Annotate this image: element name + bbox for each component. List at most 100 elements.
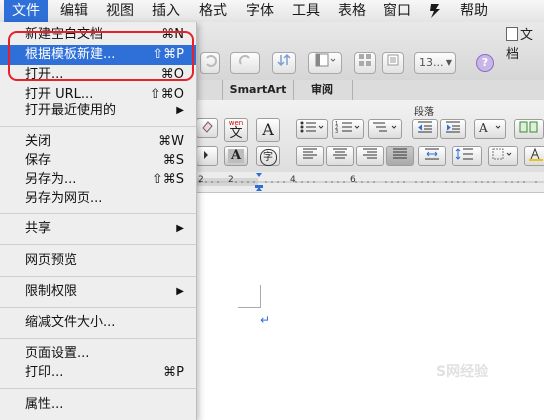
increase-indent-button[interactable] [440,119,466,139]
help-icon[interactable]: ? [476,54,494,72]
undo-button[interactable] [200,52,220,74]
document-page[interactable]: ↵ S网经验 [196,193,544,420]
redo-icon [239,55,250,65]
multilevel-list-button[interactable] [368,119,402,139]
shading-icon [204,151,208,159]
line-spacing-icon [455,148,473,160]
columns-button[interactable] [514,119,544,139]
decrease-indent-button[interactable] [412,119,438,139]
redo-button[interactable] [230,52,260,74]
submenu-arrow-icon: ▶ [176,223,184,234]
svg-text:3: 3 [335,129,338,134]
menu-view[interactable]: 视图 [98,0,142,22]
character-border-button[interactable]: A [256,118,280,142]
toolbox-icon [387,54,399,66]
menu-edit[interactable]: 编辑 [52,0,96,22]
page-margin-corner [238,285,261,308]
gallery-button[interactable] [354,52,376,74]
menu-item-share[interactable]: 共享 ▶ [0,219,196,239]
tab-review[interactable]: 审阅 [292,80,353,100]
menu-separator [0,126,196,127]
character-shading-button[interactable]: A [224,146,248,166]
distribute-icon [425,148,439,160]
ruler-mark: 4 [290,175,296,185]
text-direction-icon: A [478,121,501,135]
menu-separator [0,338,196,339]
align-left-icon [303,148,317,159]
zoom-select[interactable]: 13... ▼ [414,52,456,74]
menu-font[interactable]: 字体 [238,0,282,22]
sort-button[interactable] [272,52,296,74]
numbering-button[interactable]: 123 [332,119,364,139]
align-right-button[interactable] [356,146,384,166]
menu-item-reduce-file-size[interactable]: 缩减文件大小... [0,313,196,333]
submenu-arrow-icon: ▶ [176,105,184,116]
menu-item-print[interactable]: 打印... ⌘P [0,363,196,383]
menu-separator [0,276,196,277]
clear-format-button[interactable] [196,118,218,138]
menu-item-save-as[interactable]: 另存为... ⇧⌘S [0,170,196,190]
tab-smartart[interactable]: SmartArt [222,80,294,100]
bullets-button[interactable] [296,119,328,139]
distributed-button[interactable] [418,146,446,166]
indent-icon [446,121,460,133]
bullet-list-icon [300,121,324,133]
menu-item-save-as-webpage[interactable]: 另存为网页... [0,189,196,209]
outdent-icon [418,121,432,133]
ruler-ticks [196,173,544,191]
phonetic-guide-button[interactable]: wen 文 [224,118,248,142]
window-title: 文档 [506,27,534,62]
menu-insert[interactable]: 插入 [144,0,188,22]
columns-icon [519,121,538,133]
ruler-mark: 6 [350,175,356,185]
borders-icon [492,148,512,160]
standard-toolbar: 文档 13... ▼ ? [196,22,544,81]
sidebar-icon [315,53,336,67]
annotation-highlight-box [8,31,194,81]
menu-file[interactable]: 文件 [4,0,48,22]
menu-tools[interactable]: 工具 [284,0,328,22]
menu-separator [0,307,196,308]
scroll-icon[interactable] [426,2,444,20]
menu-separator [0,213,196,214]
menu-table[interactable]: 表格 [330,0,374,22]
menu-format[interactable]: 格式 [191,0,235,22]
line-spacing-button[interactable] [452,146,482,166]
menu-item-save[interactable]: 保存 ⌘S [0,151,196,171]
menu-item-web-preview[interactable]: 网页预览 [0,251,196,271]
toolbox-button[interactable] [382,52,404,74]
menu-window[interactable]: 窗口 [375,0,419,22]
submenu-arrow-icon: ▶ [176,286,184,297]
menu-item-page-setup[interactable]: 页面设置... [0,344,196,364]
ribbon-tabs: SmartArt 审阅 [196,80,544,101]
menu-item-open-recent[interactable]: 打开最近使用的 ▶ [0,101,196,121]
ruler-mark: 2 [198,175,204,185]
menu-item-restrict-permissions[interactable]: 限制权限 ▶ [0,282,196,302]
sidebar-toggle-button[interactable] [308,52,342,74]
multilevel-list-icon [373,122,397,132]
justify-button[interactable] [386,146,414,166]
numbered-list-icon: 123 [335,121,360,135]
ruler-mark: 2 [228,175,234,185]
menu-bar: 文件 编辑 视图 插入 格式 字体 工具 表格 窗口 帮助 [0,0,544,23]
menu-item-properties[interactable]: 属性... [0,395,196,415]
ribbon-home: 段落 wen 文 A 123 A A 字 [196,100,544,173]
shading-button[interactable] [196,146,218,166]
styles-button[interactable] [524,146,544,166]
align-left-button[interactable] [296,146,324,166]
menu-help[interactable]: 帮助 [452,0,496,22]
watermark: S网经验 [436,364,489,380]
eraser-icon [202,121,213,133]
borders-button[interactable] [488,146,518,166]
horizontal-ruler[interactable]: 2 2 4 6 [196,172,544,193]
menu-item-close[interactable]: 关闭 ⌘W [0,132,196,152]
document-icon [506,27,518,41]
menu-separator [0,244,196,245]
chevron-down-icon: ▼ [445,58,452,67]
menu-separator [0,388,196,389]
gallery-icon [359,54,371,66]
align-center-button[interactable] [326,146,354,166]
enclose-characters-button[interactable]: 字 [256,146,280,166]
text-direction-button[interactable]: A [474,119,506,139]
sort-icon [277,53,291,67]
